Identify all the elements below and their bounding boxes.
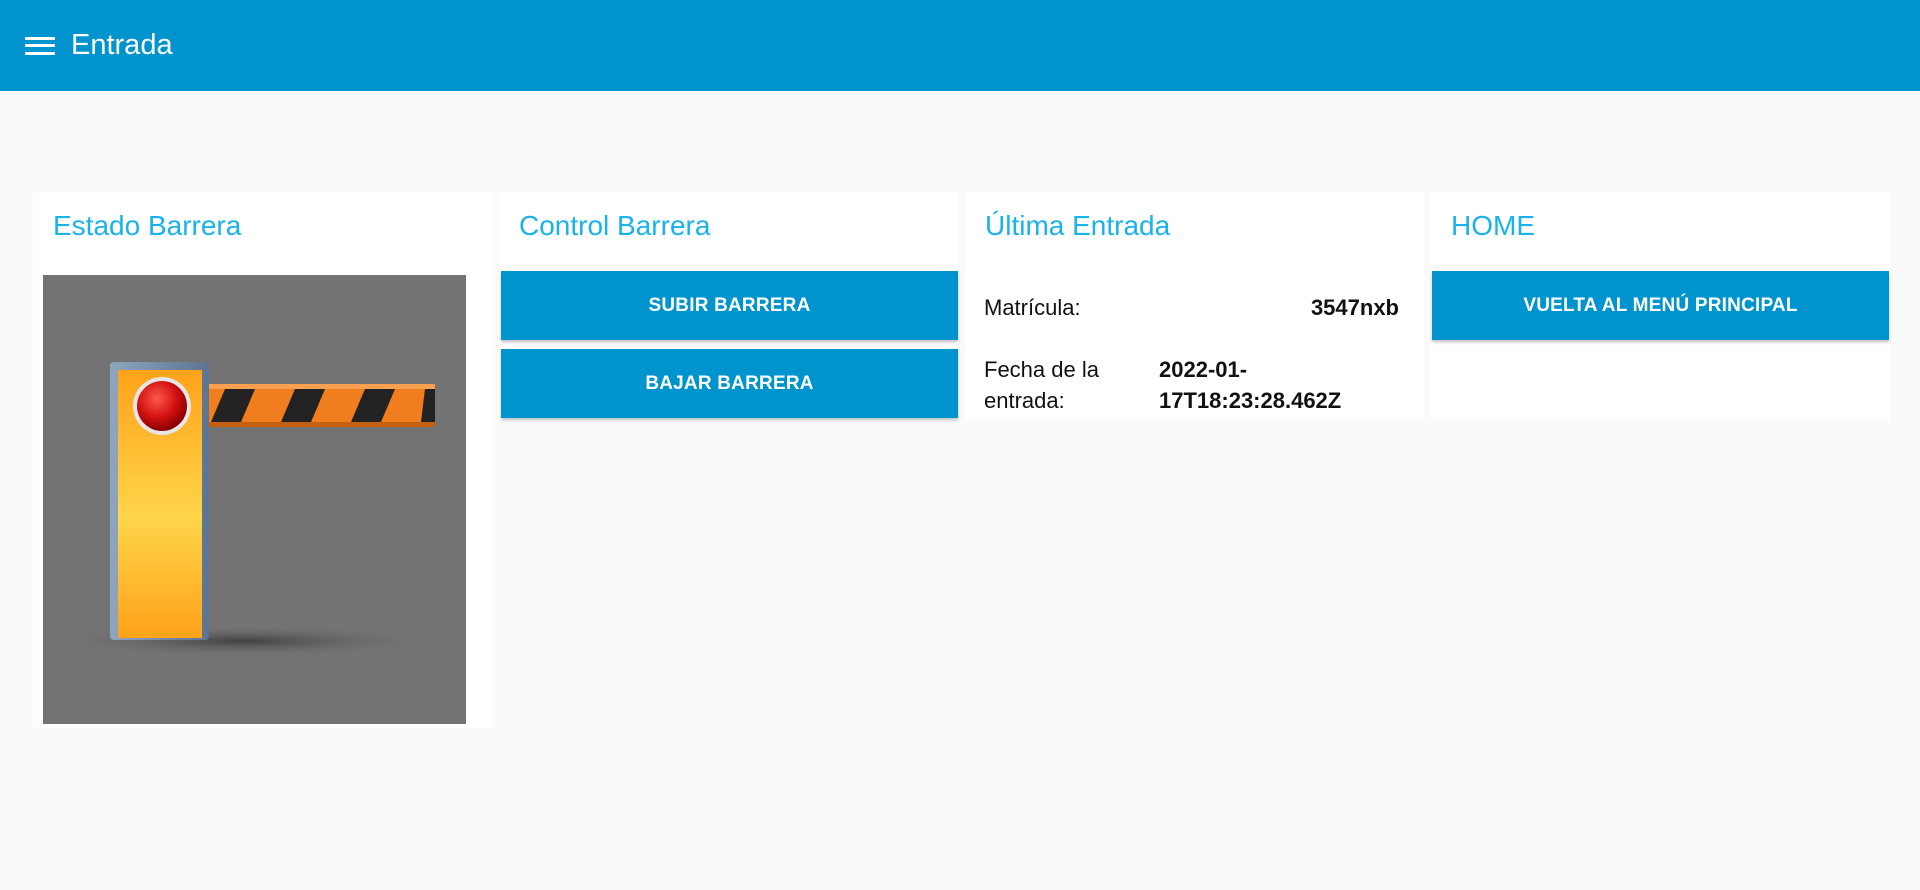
- home-title: HOME: [1451, 210, 1535, 241]
- fecha-label-line-2: entrada:: [984, 388, 1065, 413]
- estado-barrera-card: Estado Barrera: [33, 192, 492, 728]
- control-barrera-card: Control Barrera SUBIR BARRERA BAJAR BARR…: [499, 192, 958, 420]
- fecha-value-line-2: 17T18:23:28.462Z: [1159, 388, 1342, 413]
- top-bar: Entrada: [0, 0, 1920, 91]
- fecha-label-line-1: Fecha de la: [984, 357, 1099, 382]
- ultima-entrada-card: Última Entrada Matrícula: 3547nxb Fecha …: [965, 192, 1424, 420]
- subir-barrera-button[interactable]: SUBIR BARRERA: [501, 271, 958, 340]
- page-title: Entrada: [71, 29, 173, 61]
- matricula-label: Matrícula:: [984, 295, 1081, 320]
- hamburger-menu-icon[interactable]: [25, 35, 55, 57]
- barrier-gate-illustration: [53, 362, 435, 657]
- vuelta-menu-principal-button[interactable]: VUELTA AL MENÚ PRINCIPAL: [1432, 271, 1889, 340]
- matricula-value: 3547nxb: [1310, 295, 1399, 320]
- estado-barrera-title: Estado Barrera: [53, 210, 242, 241]
- control-barrera-title: Control Barrera: [519, 210, 711, 241]
- barrier-gate-image: [43, 275, 466, 724]
- fecha-value-line-1: 2022-01-: [1159, 357, 1248, 382]
- ultima-entrada-title: Última Entrada: [985, 210, 1171, 241]
- fecha-value: 2022-01- 17T18:23:28.462Z: [1159, 354, 1341, 416]
- home-card: HOME VUELTA AL MENÚ PRINCIPAL: [1431, 192, 1890, 420]
- fecha-label: Fecha de la entrada:: [984, 354, 1099, 416]
- bajar-barrera-button[interactable]: BAJAR BARRERA: [501, 349, 958, 418]
